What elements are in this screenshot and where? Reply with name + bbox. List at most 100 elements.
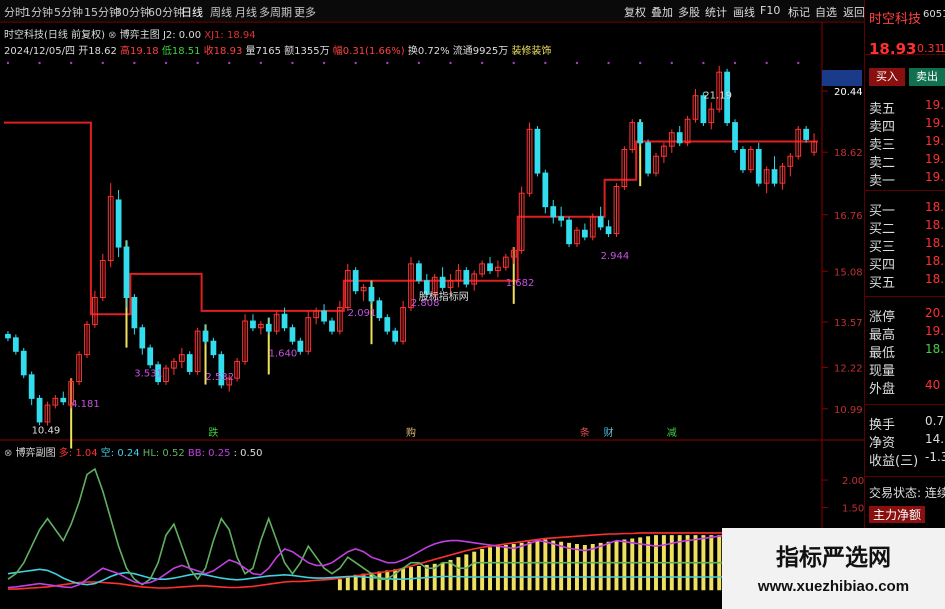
candle-body	[289, 327, 296, 342]
candle-body	[439, 276, 446, 288]
candle-body	[321, 310, 327, 322]
buy-level-label: 买五	[869, 276, 896, 291]
main-y-tick-label: 16.76	[834, 211, 863, 222]
candle-body	[740, 149, 746, 171]
top-marker-dot	[765, 61, 768, 65]
quote-panel: 时空科技605118.930.311.买入卖出卖五19.卖四19.卖三19.卖二…	[864, 0, 945, 609]
chart-annotation: 2.532	[205, 372, 234, 383]
candle-body	[115, 199, 122, 248]
buy-button[interactable]: 买入	[869, 68, 905, 86]
sell-level-label: 卖四	[869, 120, 896, 135]
top-marker-dot	[607, 61, 610, 65]
candle-body	[20, 350, 27, 376]
sell-level-price: 19.	[925, 152, 945, 166]
top-marker-dot	[702, 61, 705, 65]
main-y-tick-label: 12.22	[834, 363, 863, 374]
signal-label: 财	[604, 426, 614, 439]
candle-body	[676, 132, 683, 144]
main-y-tick-label: 15.08	[834, 267, 863, 278]
candle-body	[60, 397, 67, 403]
candle-body	[131, 296, 138, 329]
candle-body	[5, 333, 11, 339]
stat2-label: 换手	[869, 418, 896, 433]
chart-annotation: 1.682	[506, 278, 535, 289]
main-y-tick-label: 10.99	[834, 405, 863, 416]
top-marker-dot	[196, 61, 199, 65]
candle-body	[732, 122, 738, 151]
top-marker-dot	[354, 61, 357, 65]
candle-body	[210, 340, 217, 356]
stat2-label: 收益(三)	[869, 454, 919, 469]
top-marker-dot	[733, 61, 737, 65]
candle-body	[487, 263, 493, 272]
candle-body	[542, 172, 549, 208]
candle-body	[550, 206, 557, 218]
top-marker-dot	[449, 61, 452, 65]
top-marker-dot	[259, 61, 263, 65]
candle-body	[384, 317, 391, 332]
chart-annotation: 1.640	[269, 348, 298, 359]
candle-body	[645, 142, 651, 174]
rp-divider	[865, 476, 945, 477]
watermark-url: www.xuezhibiao.com	[757, 578, 910, 595]
candle-body	[139, 327, 146, 349]
sell-level-label: 卖一	[869, 174, 896, 189]
main-flow-label: 主力净额	[869, 506, 926, 523]
candle-body	[637, 122, 644, 144]
candle-body	[265, 323, 272, 332]
top-marker-dot	[386, 61, 389, 65]
top-marker-dot	[544, 61, 547, 65]
candle-body	[416, 263, 422, 282]
signal-label: 跌	[208, 426, 218, 439]
chart-annotation: 21.19	[703, 90, 732, 101]
top-marker-dot	[101, 61, 104, 65]
buy-level-price: 18.	[925, 200, 945, 214]
sell-button[interactable]: 卖出	[909, 68, 945, 86]
sell-level-price: 19.	[925, 170, 945, 184]
rp-divider	[865, 296, 945, 297]
buy-level-price: 18.	[925, 218, 945, 232]
chart-annotation: 4.181	[71, 399, 100, 410]
sell-level-label: 卖五	[869, 102, 896, 117]
stat2-value: -1.3	[925, 450, 945, 464]
stat-label: 外盘	[869, 382, 896, 397]
stat2-label: 净资	[869, 436, 896, 451]
buy-level-label: 买三	[869, 240, 896, 255]
top-marker-dot	[164, 61, 168, 65]
kline-chart[interactable]: 20.44 18.62 16.76 15.08 13.57 12.22 10.99 2.00 1…	[0, 0, 864, 609]
buy-level-price: 18.	[925, 236, 945, 250]
signal-label: 减	[667, 427, 677, 439]
top-marker-dot	[69, 61, 73, 65]
top-marker-dot	[38, 61, 41, 65]
watermark-title: 指标严选网	[776, 545, 891, 571]
candle-body	[566, 219, 572, 245]
candle-body	[605, 226, 612, 235]
sell-level-price: 19.	[925, 134, 945, 148]
candle-body	[558, 216, 565, 221]
top-marker-dot	[6, 61, 10, 65]
price-tag-bg	[822, 70, 862, 86]
rp-name: 时空科技	[869, 12, 922, 27]
signal-label: 条	[580, 426, 590, 439]
main-y-tick-label: 18.62	[834, 148, 863, 159]
candle-body	[297, 340, 304, 352]
candle-body	[376, 300, 383, 319]
candle-body	[352, 270, 359, 292]
stat2-value: 14.	[925, 432, 945, 446]
chart-annotation: 2.944	[601, 251, 630, 262]
top-marker-dot	[512, 61, 515, 65]
candle-body	[581, 229, 588, 238]
top-marker-dot	[291, 61, 294, 65]
chart-annotation: 2.091	[348, 308, 377, 319]
stat-value: 40	[925, 378, 941, 392]
candle-body	[28, 374, 35, 399]
rp-price: 18.93	[869, 40, 917, 58]
rp-code: 6051	[923, 9, 945, 20]
chart-annotation: 3.531	[134, 369, 163, 380]
candle-body	[36, 397, 43, 423]
candle-body	[186, 354, 193, 372]
sell-level-price: 19.	[925, 116, 945, 130]
chart-annotation: 10.49	[32, 425, 61, 436]
sub-y-tick-label: 1.50	[842, 504, 864, 515]
candle-body	[281, 313, 288, 329]
